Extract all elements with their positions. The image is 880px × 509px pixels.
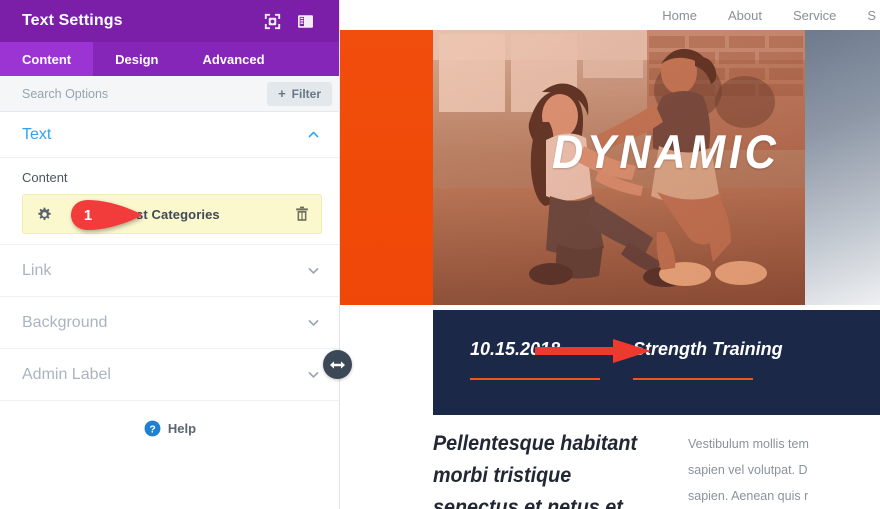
horizontal-resize-arrows-icon — [330, 360, 345, 369]
text-settings-panel: Text Settings Content Design Advanced Se… — [0, 0, 340, 509]
question-mark-icon: ? — [144, 420, 161, 437]
plus-icon: + — [278, 86, 286, 101]
paragraph-line: sapien. Aenean quis r — [688, 488, 809, 503]
article-paragraph: Vestibulum mollis tem sapien vel volutpa… — [688, 428, 880, 509]
hero-title: DYNAMIC — [552, 125, 780, 178]
hero-section: DYNAMIC — [340, 30, 880, 305]
post-date-underline — [470, 378, 600, 380]
nav-link-home[interactable]: Home — [662, 8, 697, 23]
panel-divider — [339, 0, 340, 509]
screen-root: Home About Service S DYNAMIC 10.15.2018 … — [0, 0, 880, 509]
article-body: Pellentesque habitant morbi tristique se… — [433, 428, 880, 509]
content-field-label: Content — [22, 170, 68, 185]
panel-header-actions — [264, 13, 314, 30]
post-categories-underline — [633, 378, 753, 380]
section-toggle-background[interactable]: Background — [0, 297, 340, 349]
paragraph-line: Vestibulum mollis tem — [688, 437, 809, 451]
paragraph-line: sapien vel volutpat. D — [688, 462, 808, 477]
search-bar: + Filter — [0, 76, 340, 112]
dynamic-content-item-label: Post Categories — [119, 206, 220, 222]
text-section-body: Content Post Categories 1 — [0, 158, 340, 245]
section-label-background: Background — [22, 313, 108, 331]
panel-tabs: Content Design Advanced — [0, 42, 340, 76]
website-preview: Home About Service S DYNAMIC 10.15.2018 … — [340, 0, 880, 509]
annotation-arrow-icon — [535, 339, 651, 363]
dynamic-content-item-row[interactable]: Post Categories 1 — [22, 194, 322, 234]
section-label-admin-label: Admin Label — [22, 365, 111, 383]
trash-icon[interactable] — [295, 206, 309, 222]
section-label-link: Link — [22, 261, 52, 279]
nav-link-shop[interactable]: S — [867, 8, 876, 23]
nav-link-about[interactable]: About — [728, 8, 762, 23]
tab-design[interactable]: Design — [93, 42, 180, 76]
chevron-down-icon — [308, 320, 319, 326]
chevron-down-icon — [308, 372, 319, 378]
chevron-down-icon — [308, 268, 319, 274]
layout-panel-icon[interactable] — [297, 13, 314, 30]
help-label: Help — [167, 421, 197, 436]
section-label-text: Text — [22, 125, 52, 143]
hero-orange-column — [340, 30, 433, 305]
gear-icon[interactable] — [37, 207, 52, 222]
article-heading: Pellentesque habitant morbi tristique se… — [433, 432, 638, 509]
svg-text:?: ? — [149, 424, 155, 435]
site-navigation: Home About Service S — [662, 0, 880, 30]
post-meta-bar: 10.15.2018 Strength Training — [433, 310, 880, 415]
post-categories-value: Strength Training — [633, 339, 783, 359]
search-input[interactable] — [22, 86, 268, 101]
section-toggle-link[interactable]: Link — [0, 245, 340, 297]
filter-button[interactable]: + Filter — [267, 81, 332, 106]
section-toggle-text[interactable]: Text — [0, 112, 340, 158]
panel-resize-handle[interactable] — [323, 350, 352, 379]
hero-grey-panel — [805, 30, 880, 305]
nav-link-service[interactable]: Service — [793, 8, 836, 23]
focus-target-icon[interactable] — [264, 13, 281, 30]
tab-advanced[interactable]: Advanced — [180, 42, 286, 76]
tab-content[interactable]: Content — [0, 42, 94, 76]
panel-header: Text Settings — [0, 0, 340, 42]
chevron-up-icon — [308, 131, 319, 138]
section-toggle-admin-label[interactable]: Admin Label — [0, 349, 340, 401]
help-link[interactable]: ? Help — [0, 420, 340, 437]
filter-button-label: Filter — [291, 86, 321, 101]
panel-title: Text Settings — [22, 12, 123, 29]
